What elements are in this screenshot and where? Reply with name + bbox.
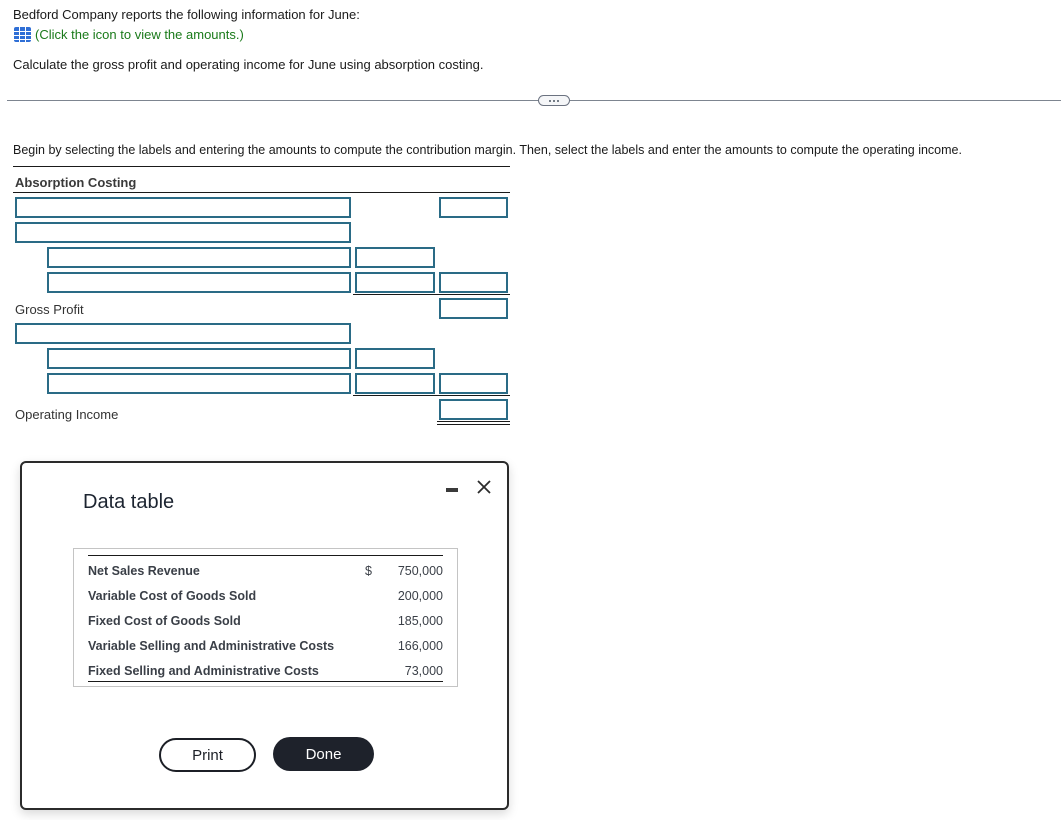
done-button[interactable]: Done <box>273 737 374 771</box>
gross-profit-label: Gross Profit <box>15 302 84 317</box>
view-amounts-link[interactable]: (Click the icon to view the amounts.) <box>14 27 244 42</box>
data-table-bottom-rule <box>88 681 443 682</box>
hint-text[interactable]: (Click the icon to view the amounts.) <box>35 27 244 42</box>
double-rule-top <box>437 421 510 422</box>
amount-input-1[interactable] <box>439 197 508 218</box>
table-header-rule <box>13 192 510 193</box>
section-divider <box>7 100 1061 101</box>
row-label: Fixed Selling and Administrative Costs <box>88 664 319 678</box>
worksheet-instructions: Begin by selecting the labels and enteri… <box>13 143 962 157</box>
table-grid-icon[interactable] <box>14 27 31 42</box>
label-select-2[interactable] <box>15 222 351 243</box>
minimize-icon[interactable] <box>446 488 458 492</box>
data-table-top-rule <box>88 555 443 556</box>
table-row: Variable Selling and Administrative Cost… <box>88 639 443 659</box>
label-select-4[interactable] <box>47 272 351 293</box>
table-row: Net Sales Revenue $ 750,000 <box>88 564 443 584</box>
row-value: 166,000 <box>397 639 443 653</box>
amount-input-4[interactable] <box>439 272 508 293</box>
table-title: Absorption Costing <box>15 175 137 190</box>
label-select-3[interactable] <box>47 247 351 268</box>
ellipsis-icon <box>549 99 551 102</box>
table-top-rule <box>13 166 510 167</box>
label-select-6[interactable] <box>47 348 351 369</box>
row-value: 185,000 <box>397 614 443 628</box>
double-rule-bottom <box>437 424 510 425</box>
label-select-7[interactable] <box>47 373 351 394</box>
question-text: Calculate the gross profit and operating… <box>13 57 484 72</box>
print-button[interactable]: Print <box>159 738 256 772</box>
row-value: 73,000 <box>404 664 443 678</box>
label-select-5[interactable] <box>15 323 351 344</box>
row-label: Net Sales Revenue <box>88 564 200 578</box>
problem-intro: Bedford Company reports the following in… <box>13 7 360 22</box>
table-row: Fixed Cost of Goods Sold 185,000 <box>88 614 443 634</box>
table-row: Variable Cost of Goods Sold 200,000 <box>88 589 443 609</box>
subamount-input-4[interactable] <box>355 272 435 293</box>
subamount-input-6[interactable] <box>355 348 435 369</box>
subtotal-rule <box>353 294 510 295</box>
subamount-input-3[interactable] <box>355 247 435 268</box>
row-label: Fixed Cost of Goods Sold <box>88 614 241 628</box>
operating-income-label: Operating Income <box>15 407 119 422</box>
subamount-input-7[interactable] <box>355 373 435 394</box>
data-table: Net Sales Revenue $ 750,000 Variable Cos… <box>73 548 458 687</box>
amount-input-7[interactable] <box>439 373 508 394</box>
label-select-1[interactable] <box>15 197 351 218</box>
subtotal-rule-2 <box>353 395 510 396</box>
row-label: Variable Selling and Administrative Cost… <box>88 639 335 653</box>
expand-more-button[interactable] <box>538 95 570 106</box>
modal-title: Data table <box>83 491 175 513</box>
row-value: 750,000 <box>397 564 443 578</box>
data-table-modal: Data table Net Sales Revenue $ 750,000 V… <box>20 461 509 810</box>
gross-profit-amount-input[interactable] <box>439 298 508 319</box>
close-icon[interactable] <box>475 478 493 496</box>
row-value: 200,000 <box>397 589 443 603</box>
row-label: Variable Cost of Goods Sold <box>88 589 257 603</box>
operating-income-amount-input[interactable] <box>439 399 508 420</box>
currency-symbol: $ <box>365 564 372 578</box>
